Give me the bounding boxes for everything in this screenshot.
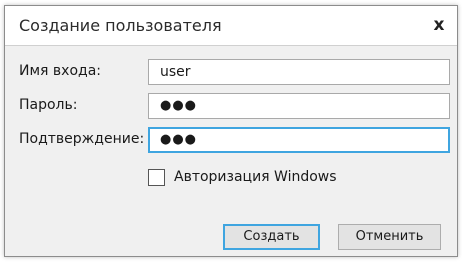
login-input[interactable]: user [148, 59, 450, 85]
confirm-password-input[interactable]: ●●● [148, 127, 450, 153]
password-input[interactable]: ●●● [148, 93, 450, 119]
create-button[interactable]: Создать [223, 224, 320, 250]
dialog-titlebar: Создание пользователя x [5, 6, 457, 46]
cancel-button[interactable]: Отменить [338, 224, 441, 250]
password-label: Пароль: [19, 97, 78, 113]
dialog-title: Создание пользователя [19, 16, 222, 35]
close-icon[interactable]: x [425, 11, 453, 39]
login-label: Имя входа: [19, 63, 101, 79]
create-user-dialog: Создание пользователя x Имя входа: user … [4, 5, 458, 257]
windows-auth-checkbox[interactable] [148, 169, 165, 186]
confirm-password-label: Подтверждение: [19, 131, 145, 147]
windows-auth-label[interactable]: Авторизация Windows [174, 169, 337, 185]
